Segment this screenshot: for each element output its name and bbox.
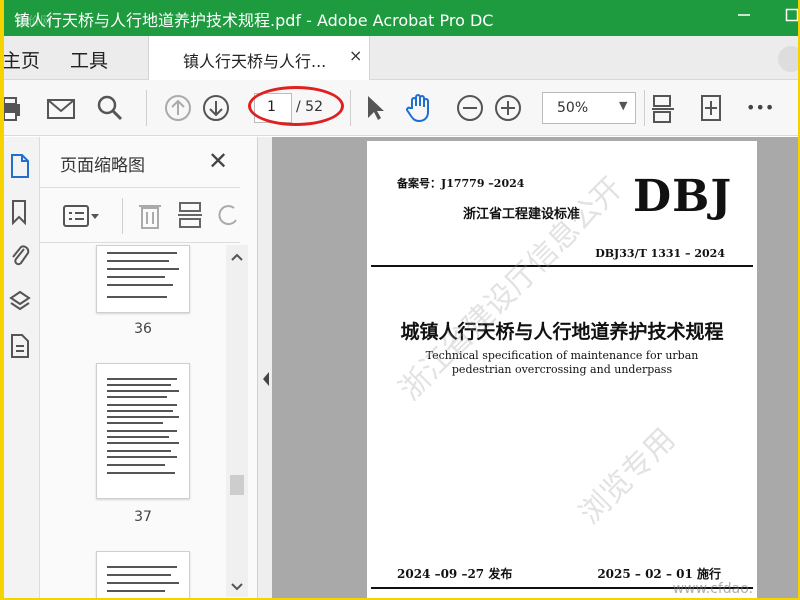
watermark-text: 浏览专用 [572,421,683,532]
panel-title: 页面缩略图 [60,156,145,176]
document-view[interactable]: 备案号：J17779 –2024 浙江省工程建设标准 DBJ DBJ33/T 1… [272,137,798,598]
title-bar: 镇人行天桥与人行地道养护技术规程.pdf - Adobe Acrobat Pro… [4,0,798,36]
mail-icon[interactable] [46,92,78,124]
thumbnail-scrollbar[interactable] [226,245,248,597]
thumbnail-label: 36 [134,321,152,337]
page-thumbnail-37[interactable] [96,363,190,499]
zoom-value: 50% [557,100,589,116]
page-thumbnail-38[interactable] [96,551,190,598]
close-panel-icon[interactable]: ✕ [208,147,228,175]
bookmark-icon[interactable] [8,199,32,226]
divider [371,265,753,267]
close-tab-icon[interactable]: × [349,46,362,65]
hand-icon[interactable] [404,92,436,124]
chevron-down-icon: ▼ [619,99,628,112]
rotate-icon[interactable] [216,200,240,234]
standard-code: DBJ33/T 1331 – 2024 [595,247,725,260]
tools-tab[interactable]: 工具 [70,46,108,73]
select-arrow-icon[interactable] [360,92,392,124]
page-thumbnails-icon[interactable] [8,153,32,179]
toolbar: 1 / 52 50% ▼ ••• [4,80,798,136]
help-button[interactable] [778,46,798,72]
zoom-in-icon[interactable] [492,92,524,124]
document-tab-label: 镇人行天桥与人行... [183,52,327,71]
registration-number: 备案号：J17779 –2024 [397,177,525,190]
issue-date: 2024 –09 –27 发布 [397,567,513,581]
corner-watermark: 造价网 [16,14,53,28]
trash-icon[interactable] [136,200,164,234]
window-title: 镇人行天桥与人行地道养护技术规程.pdf - Adobe Acrobat Pro… [14,11,494,30]
options-menu-icon[interactable] [62,202,102,234]
search-icon[interactable] [94,92,126,124]
maximize-icon [785,8,798,22]
chevron-up-icon[interactable] [226,247,248,267]
thumbnail-panel: 页面缩略图 ✕ 36 37 [40,137,258,598]
page-down-icon[interactable] [200,92,232,124]
acrobat-window: 镇人行天桥与人行地道养护技术规程.pdf - Adobe Acrobat Pro… [4,0,798,598]
menu-bar: 主页 工具 镇人行天桥与人行... × [4,36,798,80]
zoom-out-icon[interactable] [454,92,486,124]
scroll-mode-icon[interactable] [696,92,728,124]
panel-toolbar [40,187,240,243]
panel-collapse-handle[interactable] [258,137,272,598]
page-up-icon[interactable] [162,92,194,124]
zoom-select[interactable]: 50% ▼ [542,92,636,124]
attachment-icon[interactable] [8,243,32,269]
home-tab[interactable]: 主页 [4,46,40,73]
highlight-ellipse [248,86,344,126]
site-watermark: www.cfdao. [672,581,753,597]
thumbnail-label: 37 [134,509,152,525]
scroll-thumb[interactable] [230,475,244,495]
page-thumbnail-36[interactable] [96,245,190,313]
pdf-page: 备案号：J17779 –2024 浙江省工程建设标准 DBJ DBJ33/T 1… [367,141,757,598]
insert-page-icon[interactable] [176,200,204,234]
printer-icon[interactable] [4,92,30,124]
chevron-down-icon[interactable] [226,577,248,597]
brand-mark: DBJ [633,171,733,222]
implementation-date: 2025 – 02 – 01 施行 [597,567,721,581]
document-tab[interactable]: 镇人行天桥与人行... × [148,36,370,80]
navigation-rail [4,137,40,598]
minimize-button[interactable] [726,4,762,30]
minimize-icon [738,14,750,16]
layers-icon[interactable] [8,289,32,315]
maximize-button[interactable] [774,4,798,30]
fit-page-icon[interactable] [648,92,680,124]
more-icon[interactable]: ••• [746,98,778,130]
document-icon[interactable] [8,333,32,359]
